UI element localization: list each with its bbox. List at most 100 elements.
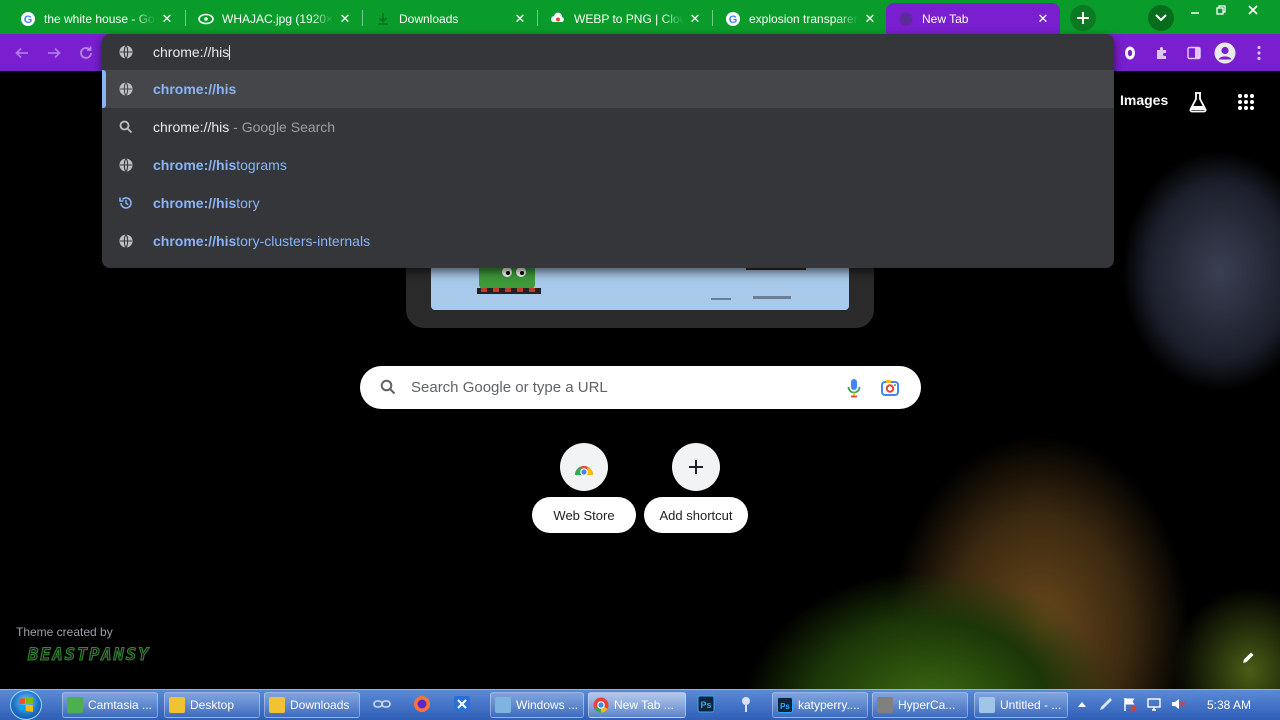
web-store-icon: [575, 466, 593, 475]
plus-icon: [1077, 12, 1089, 24]
search-placeholder: Search Google or type a URL: [411, 379, 608, 396]
taskbar-app-icon[interactable]: [452, 694, 472, 714]
tab-downloads[interactable]: Downloads ✕: [363, 3, 537, 34]
tray-icon[interactable]: [1120, 694, 1140, 714]
new-tab-button[interactable]: [1070, 5, 1096, 31]
tab-explosion-search[interactable]: G explosion transparen ✕: [713, 3, 887, 34]
globe-icon: [118, 233, 134, 249]
omnibox-input-row[interactable]: chrome://his: [102, 34, 1114, 70]
tray-icon[interactable]: [1144, 694, 1164, 714]
forward-button[interactable]: [42, 41, 66, 65]
close-icon[interactable]: ✕: [338, 11, 352, 26]
kebab-menu-icon: [1257, 45, 1261, 61]
lab-flask-indicator[interactable]: [1118, 41, 1142, 65]
taskbar-firefox[interactable]: [412, 694, 432, 714]
tab-title: New Tab: [922, 11, 969, 26]
add-shortcut-button[interactable]: Add shortcut: [644, 497, 748, 533]
svg-text:Ps: Ps: [700, 700, 711, 710]
profile-button[interactable]: [1213, 41, 1237, 65]
side-panel-button[interactable]: [1182, 41, 1206, 65]
suggestion-completion: tograms: [236, 157, 287, 173]
tab-whajac-image[interactable]: WHAJAC.jpg (1920× ✕: [186, 3, 362, 34]
omnibox-suggestion[interactable]: chrome://history-clusters-internals: [102, 222, 1114, 260]
suggestion-text: chrome://his - Google Search: [153, 119, 335, 135]
taskbar-app-icon[interactable]: [736, 694, 756, 714]
suggestion-match: chrome://his: [153, 157, 237, 173]
close-icon[interactable]: ✕: [688, 11, 702, 26]
camtasia-icon: [67, 697, 83, 713]
suggestion-text: chrome://histograms: [153, 157, 287, 173]
tab-strip: G the white house - Go ✕ WHAJAC.jpg (192…: [0, 0, 1280, 34]
taskbar-item-windows[interactable]: Windows ...: [490, 692, 584, 718]
theme-author-link[interactable]: BEASTPANSY: [27, 645, 150, 666]
omnibox-suggestion[interactable]: chrome://history: [102, 184, 1114, 222]
globe-icon: [118, 81, 134, 97]
taskbar-item-katyperry[interactable]: Ps katyperry....: [772, 692, 868, 718]
omnibox-suggestion[interactable]: chrome://histograms: [102, 146, 1114, 184]
tray-icon[interactable]: [1168, 694, 1188, 714]
taskbar-item-untitled[interactable]: Untitled - ...: [974, 692, 1068, 718]
add-shortcut-icon-button[interactable]: [672, 443, 720, 491]
taskbar-item-camtasia[interactable]: Camtasia ...: [62, 692, 158, 718]
start-button[interactable]: [10, 690, 42, 720]
tray-expand-button[interactable]: [1072, 694, 1092, 714]
taskbar-item-label: Downloads: [290, 698, 350, 712]
windows-logo-icon: [19, 697, 33, 712]
photoshop-icon: Ps: [777, 697, 793, 713]
back-button[interactable]: [10, 41, 34, 65]
taskbar-app-icon[interactable]: [372, 694, 392, 714]
web-store-shortcut[interactable]: Web Store: [532, 497, 636, 533]
taskbar-item-desktop[interactable]: Desktop: [164, 692, 260, 718]
theme-credit-label: Theme created by: [16, 625, 113, 639]
tab-new-tab[interactable]: New Tab ✕: [886, 3, 1060, 34]
ntp-search-box[interactable]: Search Google or type a URL: [360, 366, 921, 409]
images-link[interactable]: Images: [1120, 92, 1168, 108]
svg-text:G: G: [24, 14, 33, 26]
close-window-button[interactable]: [1240, 0, 1266, 20]
omnibox-suggestion[interactable]: chrome://his: [102, 70, 1114, 108]
web-store-shortcut-icon[interactable]: [560, 443, 608, 491]
chevron-up-icon: [1078, 702, 1086, 707]
taskbar-photoshop[interactable]: Ps: [696, 694, 716, 714]
tab-search-button[interactable]: [1148, 5, 1174, 31]
cloudconvert-icon: [550, 11, 566, 27]
taskbar-item-downloads[interactable]: Downloads: [264, 692, 360, 718]
reload-button[interactable]: [74, 41, 98, 65]
flask-icon: [1189, 92, 1207, 113]
extensions-button[interactable]: [1150, 41, 1174, 65]
close-icon: [1248, 5, 1258, 15]
chevron-down-icon: [1155, 14, 1167, 22]
voice-search-icon[interactable]: [847, 378, 861, 403]
google-apps-button[interactable]: [1234, 90, 1258, 114]
taskbar-item-label: HyperCa...: [898, 698, 956, 712]
chrome-menu-button[interactable]: [1247, 41, 1271, 65]
minimize-button[interactable]: [1182, 0, 1208, 20]
tab-webp-to-png[interactable]: WEBP to PNG | Clou ✕: [538, 3, 712, 34]
taskbar-item-label: Windows ...: [516, 698, 579, 712]
labs-button[interactable]: [1186, 90, 1210, 114]
google-icon: G: [725, 11, 741, 27]
customize-chrome-button[interactable]: [1238, 648, 1258, 668]
tray-icon[interactable]: [1096, 694, 1116, 714]
globe-icon: [118, 157, 134, 173]
suggestion-text: chrome://his: [153, 81, 236, 97]
close-icon[interactable]: ✕: [160, 11, 174, 26]
restore-button[interactable]: [1208, 0, 1234, 20]
taskbar-item-hypercam[interactable]: HyperCa...: [872, 692, 968, 718]
omnibox-input[interactable]: chrome://his: [153, 44, 231, 60]
omnibox-suggestion[interactable]: chrome://his - Google Search: [102, 108, 1114, 146]
close-icon[interactable]: ✕: [513, 11, 527, 26]
tab-white-house[interactable]: G the white house - Go ✕: [8, 3, 184, 34]
avatar-icon: [1214, 42, 1236, 64]
doodle-image[interactable]: [431, 262, 849, 310]
plus-icon: [689, 460, 703, 474]
side-panel-icon: [1187, 46, 1201, 60]
google-lens-icon[interactable]: [880, 378, 900, 403]
arrow-left-icon: [15, 47, 28, 59]
history-icon: [118, 195, 134, 211]
taskbar-item-new-tab[interactable]: New Tab ...: [588, 692, 686, 718]
close-icon[interactable]: ✕: [863, 11, 877, 26]
tab-title: the white house - Go: [44, 11, 155, 26]
close-icon[interactable]: ✕: [1036, 11, 1050, 26]
suggestion-match: chrome://his: [153, 195, 237, 211]
